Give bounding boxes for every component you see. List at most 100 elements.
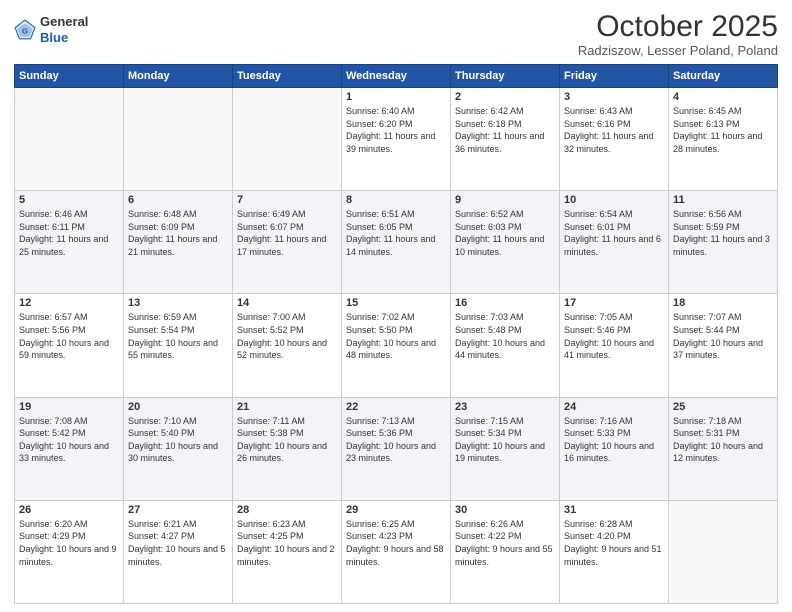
calendar-cell (124, 88, 233, 191)
cell-info: Sunrise: 6:59 AM Sunset: 5:54 PM Dayligh… (128, 311, 228, 361)
cell-info: Sunrise: 7:15 AM Sunset: 5:34 PM Dayligh… (455, 415, 555, 465)
logo-icon: G (14, 19, 36, 41)
calendar-cell: 21 Sunrise: 7:11 AM Sunset: 5:38 PM Dayli… (233, 397, 342, 500)
calendar-cell: 30Sunrise: 6:26 AM Sunset: 4:22 PM Dayli… (451, 500, 560, 603)
day-number: 26 (19, 504, 119, 516)
calendar-cell: 23 Sunrise: 7:15 AM Sunset: 5:34 PM Dayli… (451, 397, 560, 500)
cell-info: Sunrise: 6:57 AM Sunset: 5:56 PM Dayligh… (19, 311, 119, 361)
calendar-cell: 20Sunrise: 7:10 AM Sunset: 5:40 PM Dayli… (124, 397, 233, 500)
day-number: 25 (673, 401, 773, 413)
calendar-cell: 2Sunrise: 6:42 AM Sunset: 6:18 PM Daylig… (451, 88, 560, 191)
calendar-cell: 11Sunrise: 6:56 AM Sunset: 5:59 PM Dayli… (669, 191, 778, 294)
weekday-header-wednesday: Wednesday (342, 65, 451, 88)
calendar-cell: 24 Sunrise: 7:16 AM Sunset: 5:33 PM Dayli… (560, 397, 669, 500)
weekday-header-friday: Friday (560, 65, 669, 88)
day-number: 12 (19, 297, 119, 309)
cell-info: Sunrise: 7:00 AM Sunset: 5:52 PM Dayligh… (237, 311, 337, 361)
cell-info: Sunrise: 6:25 AM Sunset: 4:23 PM Dayligh… (346, 518, 446, 568)
cell-info: Sunrise: 6:54 AM Sunset: 6:01 PM Dayligh… (564, 208, 664, 258)
calendar-cell: 3 Sunrise: 6:43 AM Sunset: 6:16 PM Daylig… (560, 88, 669, 191)
calendar-cell: 15Sunrise: 7:02 AM Sunset: 5:50 PM Dayli… (342, 294, 451, 397)
logo-general-text: General (40, 14, 88, 30)
cell-info: Sunrise: 6:46 AM Sunset: 6:11 PM Dayligh… (19, 208, 119, 258)
calendar-cell: 19Sunrise: 7:08 AM Sunset: 5:42 PM Dayli… (15, 397, 124, 500)
cell-info: Sunrise: 6:52 AM Sunset: 6:03 PM Dayligh… (455, 208, 555, 258)
day-number: 17 (564, 297, 664, 309)
location-title: Radziszow, Lesser Poland, Poland (578, 43, 778, 58)
day-number: 9 (455, 194, 555, 206)
day-number: 8 (346, 194, 446, 206)
day-number: 5 (19, 194, 119, 206)
weekday-header-tuesday: Tuesday (233, 65, 342, 88)
day-number: 21 (237, 401, 337, 413)
cell-info: Sunrise: 7:02 AM Sunset: 5:50 PM Dayligh… (346, 311, 446, 361)
title-block: October 2025 Radziszow, Lesser Poland, P… (578, 10, 778, 58)
calendar-cell: 4Sunrise: 6:45 AM Sunset: 6:13 PM Daylig… (669, 88, 778, 191)
calendar-cell: 14 Sunrise: 7:00 AM Sunset: 5:52 PM Dayli… (233, 294, 342, 397)
calendar-cell: 17 Sunrise: 7:05 AM Sunset: 5:46 PM Dayli… (560, 294, 669, 397)
day-number: 20 (128, 401, 228, 413)
calendar-cell: 6 Sunrise: 6:48 AM Sunset: 6:09 PM Daylig… (124, 191, 233, 294)
cell-info: Sunrise: 7:07 AM Sunset: 5:44 PM Dayligh… (673, 311, 773, 361)
calendar-cell: 16Sunrise: 7:03 AM Sunset: 5:48 PM Dayli… (451, 294, 560, 397)
day-number: 22 (346, 401, 446, 413)
day-number: 24 (564, 401, 664, 413)
cell-info: Sunrise: 7:13 AM Sunset: 5:36 PM Dayligh… (346, 415, 446, 465)
day-number: 7 (237, 194, 337, 206)
calendar-cell: 7 Sunrise: 6:49 AM Sunset: 6:07 PM Daylig… (233, 191, 342, 294)
weekday-header-row: SundayMondayTuesdayWednesdayThursdayFrid… (15, 65, 778, 88)
day-number: 19 (19, 401, 119, 413)
day-number: 23 (455, 401, 555, 413)
cell-info: Sunrise: 6:43 AM Sunset: 6:16 PM Dayligh… (564, 105, 664, 155)
day-number: 29 (346, 504, 446, 516)
logo: G General Blue (14, 14, 88, 45)
day-number: 6 (128, 194, 228, 206)
month-title: October 2025 (578, 10, 778, 43)
day-number: 14 (237, 297, 337, 309)
calendar-week-2: 5 Sunrise: 6:46 AM Sunset: 6:11 PM Daylig… (15, 191, 778, 294)
day-number: 3 (564, 91, 664, 103)
cell-info: Sunrise: 6:40 AM Sunset: 6:20 PM Dayligh… (346, 105, 446, 155)
cell-info: Sunrise: 6:49 AM Sunset: 6:07 PM Dayligh… (237, 208, 337, 258)
weekday-header-thursday: Thursday (451, 65, 560, 88)
cell-info: Sunrise: 6:21 AM Sunset: 4:27 PM Dayligh… (128, 518, 228, 568)
logo-text: General Blue (40, 14, 88, 45)
calendar-cell: 8 Sunrise: 6:51 AM Sunset: 6:05 PM Daylig… (342, 191, 451, 294)
calendar-cell: 13 Sunrise: 6:59 AM Sunset: 5:54 PM Dayli… (124, 294, 233, 397)
calendar-cell: 10 Sunrise: 6:54 AM Sunset: 6:01 PM Dayli… (560, 191, 669, 294)
calendar-cell: 28 Sunrise: 6:23 AM Sunset: 4:25 PM Dayli… (233, 500, 342, 603)
calendar-cell: 22 Sunrise: 7:13 AM Sunset: 5:36 PM Dayli… (342, 397, 451, 500)
day-number: 1 (346, 91, 446, 103)
calendar-cell (233, 88, 342, 191)
cell-info: Sunrise: 6:28 AM Sunset: 4:20 PM Dayligh… (564, 518, 664, 568)
cell-info: Sunrise: 6:51 AM Sunset: 6:05 PM Dayligh… (346, 208, 446, 258)
weekday-header-sunday: Sunday (15, 65, 124, 88)
day-number: 10 (564, 194, 664, 206)
day-number: 28 (237, 504, 337, 516)
calendar-cell: 1 Sunrise: 6:40 AM Sunset: 6:20 PM Daylig… (342, 88, 451, 191)
calendar-cell: 9 Sunrise: 6:52 AM Sunset: 6:03 PM Daylig… (451, 191, 560, 294)
svg-text:G: G (22, 26, 28, 35)
day-number: 27 (128, 504, 228, 516)
day-number: 2 (455, 91, 555, 103)
cell-info: Sunrise: 7:16 AM Sunset: 5:33 PM Dayligh… (564, 415, 664, 465)
calendar-cell (669, 500, 778, 603)
cell-info: Sunrise: 6:26 AM Sunset: 4:22 PM Dayligh… (455, 518, 555, 568)
day-number: 11 (673, 194, 773, 206)
day-number: 31 (564, 504, 664, 516)
logo-blue-text: Blue (40, 30, 88, 46)
cell-info: Sunrise: 7:11 AM Sunset: 5:38 PM Dayligh… (237, 415, 337, 465)
calendar-cell: 18Sunrise: 7:07 AM Sunset: 5:44 PM Dayli… (669, 294, 778, 397)
weekday-header-monday: Monday (124, 65, 233, 88)
calendar-cell: 5 Sunrise: 6:46 AM Sunset: 6:11 PM Daylig… (15, 191, 124, 294)
day-number: 16 (455, 297, 555, 309)
day-number: 13 (128, 297, 228, 309)
cell-info: Sunrise: 6:23 AM Sunset: 4:25 PM Dayligh… (237, 518, 337, 568)
cell-info: Sunrise: 7:05 AM Sunset: 5:46 PM Dayligh… (564, 311, 664, 361)
page: G General Blue October 2025 Radziszow, L… (0, 0, 792, 612)
calendar-cell: 25Sunrise: 7:18 AM Sunset: 5:31 PM Dayli… (669, 397, 778, 500)
header: G General Blue October 2025 Radziszow, L… (14, 10, 778, 58)
calendar-week-3: 12 Sunrise: 6:57 AM Sunset: 5:56 PM Dayli… (15, 294, 778, 397)
cell-info: Sunrise: 6:48 AM Sunset: 6:09 PM Dayligh… (128, 208, 228, 258)
calendar-cell: 31 Sunrise: 6:28 AM Sunset: 4:20 PM Dayli… (560, 500, 669, 603)
